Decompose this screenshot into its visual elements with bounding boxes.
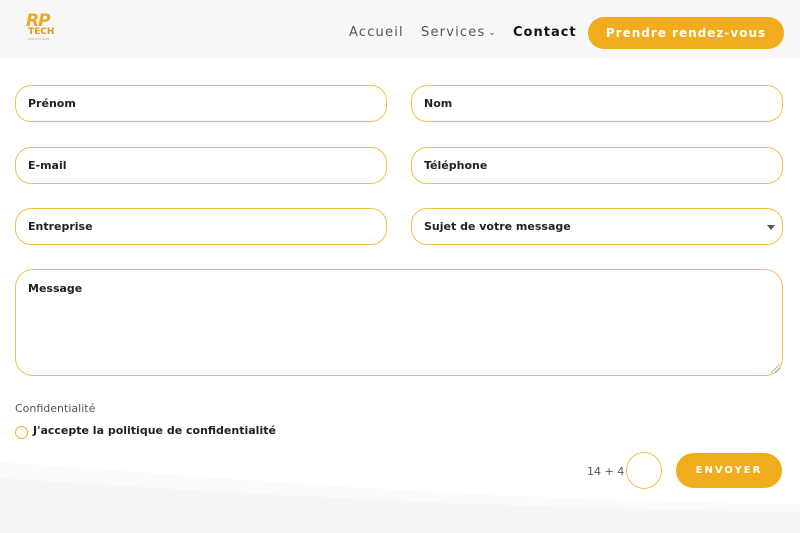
book-appointment-button[interactable]: Prendre rendez-vous	[588, 17, 784, 49]
nav-item-accueil[interactable]: Accueil	[349, 25, 404, 41]
phone-field[interactable]: Téléphone	[411, 147, 783, 184]
site-logo[interactable]: RP TECH SOLUTIONS	[26, 13, 72, 43]
privacy-checkbox[interactable]	[15, 426, 28, 439]
logo-tagline: SOLUTIONS	[28, 37, 50, 41]
company-field[interactable]: Entreprise	[15, 208, 387, 245]
subject-select-value: Sujet de votre message	[424, 220, 571, 233]
first-name-field[interactable]: Prénom	[15, 85, 387, 122]
nav-item-contact[interactable]: Contact	[513, 25, 577, 41]
privacy-checkbox-label[interactable]: J'accepte la politique de confidentialit…	[33, 424, 276, 437]
chevron-down-icon: ⌄	[488, 28, 498, 38]
logo-wordmark: TECH	[28, 27, 55, 37]
email-field[interactable]: E-mail	[15, 147, 387, 184]
resize-handle-icon[interactable]	[771, 364, 780, 373]
last-name-field[interactable]: Nom	[411, 85, 783, 122]
site-header: RP TECH SOLUTIONS Accueil Services ⌄ Cont…	[0, 0, 800, 58]
captcha-input[interactable]	[626, 452, 662, 489]
submit-button[interactable]: ENVOYER	[676, 453, 782, 488]
nav-item-services[interactable]: Services ⌄	[421, 25, 497, 41]
message-placeholder: Message	[28, 282, 83, 295]
nav-item-services-label: Services	[421, 25, 486, 40]
privacy-section-label: Confidentialité	[15, 402, 96, 415]
message-textarea[interactable]: Message	[15, 269, 783, 376]
subject-select[interactable]: Sujet de votre message	[411, 208, 783, 245]
caret-down-icon	[767, 225, 775, 230]
